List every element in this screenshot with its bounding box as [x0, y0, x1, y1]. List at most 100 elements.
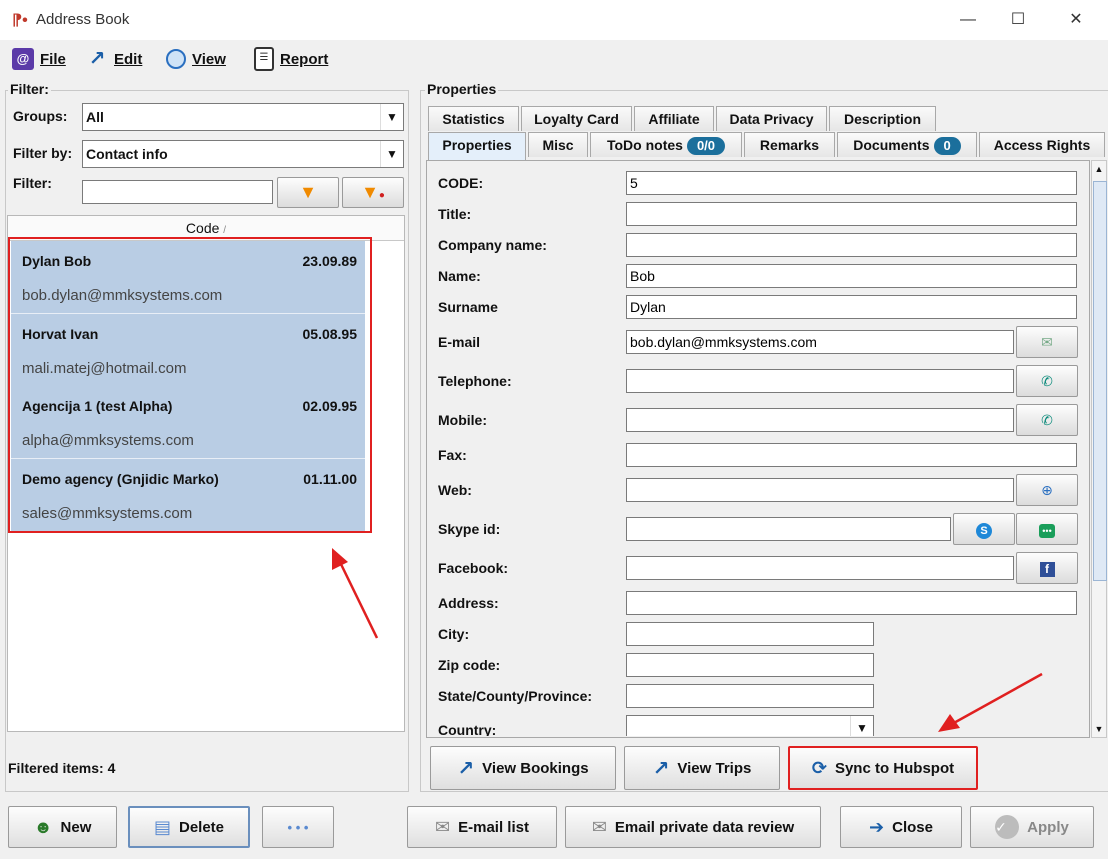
tab-affiliate[interactable]: Affiliate [634, 106, 714, 131]
apply-button[interactable]: ✓ Apply [970, 806, 1094, 848]
web-input[interactable] [626, 478, 1014, 502]
scroll-down-icon[interactable]: ▼ [1091, 721, 1107, 737]
telephone-input[interactable] [626, 369, 1014, 393]
globe-icon: ⊕ [1041, 482, 1053, 498]
minimize-button[interactable]: — [940, 0, 996, 40]
email-private-data-button[interactable]: ✉ Email private data review [565, 806, 821, 848]
view-bookings-button[interactable]: ↗ View Bookings [430, 746, 616, 790]
open-facebook-button[interactable]: f [1016, 552, 1078, 584]
country-label: Country: [438, 722, 497, 736]
tab-loyalty-card[interactable]: Loyalty Card [521, 106, 632, 131]
close-button[interactable]: ➔ Close [840, 806, 962, 848]
code-input[interactable] [626, 171, 1077, 195]
view-trips-button[interactable]: ↗ View Trips [624, 746, 780, 790]
city-input[interactable] [626, 622, 874, 646]
tab-data-privacy[interactable]: Data Privacy [716, 106, 827, 131]
app-logo-icon: ⁋• [12, 12, 28, 29]
country-select[interactable]: ▼ [626, 715, 874, 736]
tab-todo-notes[interactable]: ToDo notes 0/0 [590, 132, 742, 157]
window-title: Address Book [36, 11, 130, 28]
sort-asc-icon: / [223, 225, 227, 236]
properties-section-label: Properties [425, 81, 499, 97]
facebook-label: Facebook: [438, 560, 509, 576]
filter-section-label: Filter: [8, 81, 51, 97]
add-user-icon: ☻ [33, 816, 53, 837]
skype-id-label: Skype id: [438, 521, 501, 537]
sync-icon: ⟳ [811, 757, 827, 778]
tab-misc[interactable]: Misc [528, 132, 588, 157]
tab-access-rights[interactable]: Access Rights [979, 132, 1105, 157]
title-label: Title: [438, 206, 472, 222]
state-input[interactable] [626, 684, 874, 708]
delete-button[interactable]: ▤ Delete [128, 806, 250, 848]
menu-edit[interactable]: ↗ Edit [86, 46, 143, 72]
documents-count-badge: 0 [933, 137, 961, 155]
mobile-input[interactable] [626, 408, 1014, 432]
web-label: Web: [438, 482, 472, 498]
todo-count-badge: 0/0 [686, 137, 726, 155]
scroll-up-icon[interactable]: ▲ [1091, 161, 1107, 177]
telephone-label: Telephone: [438, 373, 512, 389]
edit-arrow-icon: ↗ [652, 757, 670, 780]
at-icon: @ [12, 48, 34, 70]
title-bar: ⁋• Address Book — ☐ ✕ [0, 0, 1108, 41]
fax-input[interactable] [626, 443, 1077, 467]
call-telephone-button[interactable]: ✆ [1016, 365, 1078, 397]
clear-filter-button[interactable]: ▼● [342, 177, 404, 208]
more-button[interactable]: • • • [262, 806, 334, 848]
groups-select[interactable]: All ▼ [82, 103, 404, 131]
surname-input[interactable] [626, 295, 1077, 319]
filter-input[interactable] [82, 180, 273, 204]
apply-filter-button[interactable]: ▼ [277, 177, 339, 208]
tab-documents[interactable]: Documents 0 [837, 132, 977, 157]
menu-report[interactable]: ☰ Report [254, 46, 328, 72]
company-name-input[interactable] [626, 233, 1077, 257]
vertical-scrollbar[interactable]: ▲ ▼ [1091, 160, 1107, 738]
send-email-button[interactable]: ✉ [1016, 326, 1078, 358]
address-label: Address: [438, 595, 499, 611]
scrollbar-thumb[interactable] [1093, 181, 1107, 581]
new-button[interactable]: ☻ New [8, 806, 117, 848]
state-label: State/County/Province: [438, 688, 593, 704]
zip-code-input[interactable] [626, 653, 874, 677]
tab-description[interactable]: Description [829, 106, 936, 131]
skype-call-button[interactable]: S [953, 513, 1015, 545]
menu-view[interactable]: View [166, 46, 226, 72]
menu-file[interactable]: @ File [12, 46, 66, 72]
filter-text-label: Filter: [13, 175, 52, 191]
chevron-down-icon: ▼ [850, 716, 873, 736]
maximize-button[interactable]: ☐ [990, 0, 1046, 40]
address-input[interactable] [626, 591, 1077, 615]
email-label: E-mail [438, 334, 481, 350]
funnel-clear-icon: ▼ [361, 182, 379, 202]
company-name-label: Company name: [438, 237, 547, 253]
envelope-add-icon: ✉ [435, 816, 451, 837]
phone-icon: ✆ [1041, 373, 1053, 389]
city-label: City: [438, 626, 470, 642]
tab-statistics[interactable]: Statistics [428, 106, 519, 131]
facebook-icon: f [1039, 562, 1055, 577]
more-dots-icon: • • • [287, 819, 309, 835]
red-arrow-icon [938, 672, 1043, 732]
name-input[interactable] [626, 264, 1077, 288]
checkmark-icon: ✓ [995, 815, 1020, 839]
fax-label: Fax: [438, 447, 467, 463]
edit-arrow-icon: ↗ [457, 757, 475, 780]
surname-label: Surname [438, 299, 498, 315]
close-window-button[interactable]: ✕ [1048, 0, 1104, 40]
call-mobile-button[interactable]: ✆ [1016, 404, 1078, 436]
email-input[interactable] [626, 330, 1014, 354]
sync-hubspot-button[interactable]: ⟳ Sync to Hubspot [788, 746, 978, 790]
open-web-button[interactable]: ⊕ [1016, 474, 1078, 506]
tab-remarks[interactable]: Remarks [744, 132, 835, 157]
skype-id-input[interactable] [626, 517, 951, 541]
title-input[interactable] [626, 202, 1077, 226]
filtered-items-count: Filtered items: 4 [8, 760, 116, 776]
email-list-button[interactable]: ✉ E-mail list [407, 806, 557, 848]
skype-chat-button[interactable]: ••• [1016, 513, 1078, 545]
zip-code-label: Zip code: [438, 657, 501, 673]
facebook-input[interactable] [626, 556, 1014, 580]
filter-by-select[interactable]: Contact info ▼ [82, 140, 404, 168]
tab-properties[interactable]: Properties [428, 132, 526, 160]
skype-icon: S [976, 523, 992, 539]
